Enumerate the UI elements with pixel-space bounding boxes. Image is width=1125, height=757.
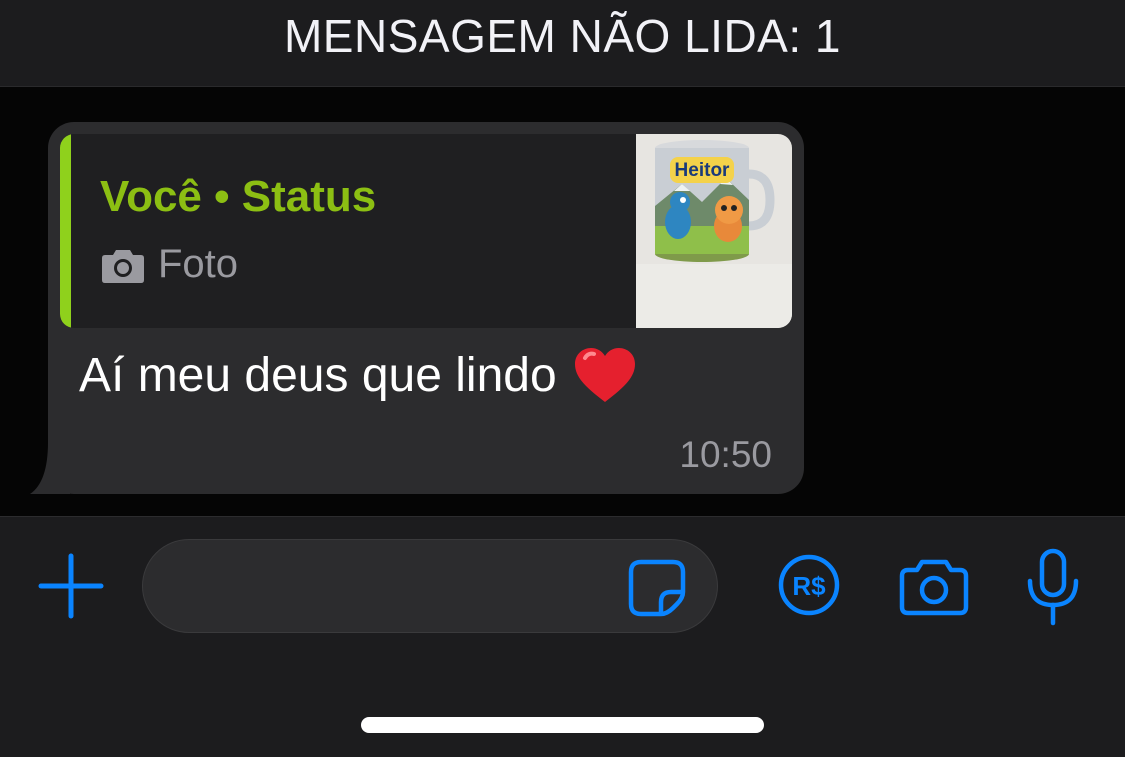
message-text: Aí meu deus que lindo bbox=[79, 348, 557, 402]
chat-screen: MENSAGEM NÃO LIDA: 1 Você • Status Foto bbox=[0, 0, 1125, 757]
message-timestamp: 10:50 bbox=[679, 434, 772, 475]
camera-button[interactable] bbox=[898, 557, 970, 617]
thumbnail-name-label: Heitor bbox=[675, 160, 731, 181]
unread-count-label: MENSAGEM NÃO LIDA: 1 bbox=[283, 10, 841, 62]
svg-text:R$: R$ bbox=[792, 571, 826, 601]
chat-messages-area[interactable]: Você • Status Foto Heitor Aí meu deus qu… bbox=[0, 87, 1125, 516]
red-heart-icon bbox=[574, 348, 635, 402]
status-photo-thumbnail[interactable]: Heitor bbox=[636, 134, 792, 328]
home-indicator bbox=[361, 717, 764, 733]
camera-icon bbox=[899, 559, 969, 616]
message-input[interactable] bbox=[173, 560, 617, 614]
voice-message-button[interactable] bbox=[1024, 547, 1082, 627]
quote-media-label: Foto bbox=[158, 242, 239, 286]
message-composer: R$ bbox=[0, 516, 1125, 757]
message-input-field[interactable] bbox=[142, 539, 718, 633]
message-body: Aí meu deus que lindo bbox=[79, 346, 637, 404]
plus-icon bbox=[38, 553, 104, 619]
payment-icon: R$ bbox=[778, 554, 840, 616]
incoming-message-bubble[interactable]: Você • Status Foto Heitor Aí meu deus qu… bbox=[48, 122, 804, 494]
quote-media-type: Foto bbox=[100, 242, 238, 287]
bubble-tail bbox=[30, 442, 70, 494]
camera-icon bbox=[102, 249, 144, 283]
quote-author: Você • Status bbox=[100, 172, 377, 221]
attach-button[interactable] bbox=[36, 551, 106, 621]
sticker-button[interactable] bbox=[627, 558, 687, 618]
microphone-icon bbox=[1027, 548, 1079, 626]
quote-accent-bar bbox=[60, 134, 71, 328]
sticker-icon bbox=[628, 559, 686, 617]
quoted-status-reply[interactable]: Você • Status Foto Heitor bbox=[60, 134, 792, 328]
payment-button[interactable]: R$ bbox=[777, 553, 841, 617]
unread-messages-banner: MENSAGEM NÃO LIDA: 1 bbox=[0, 0, 1125, 87]
